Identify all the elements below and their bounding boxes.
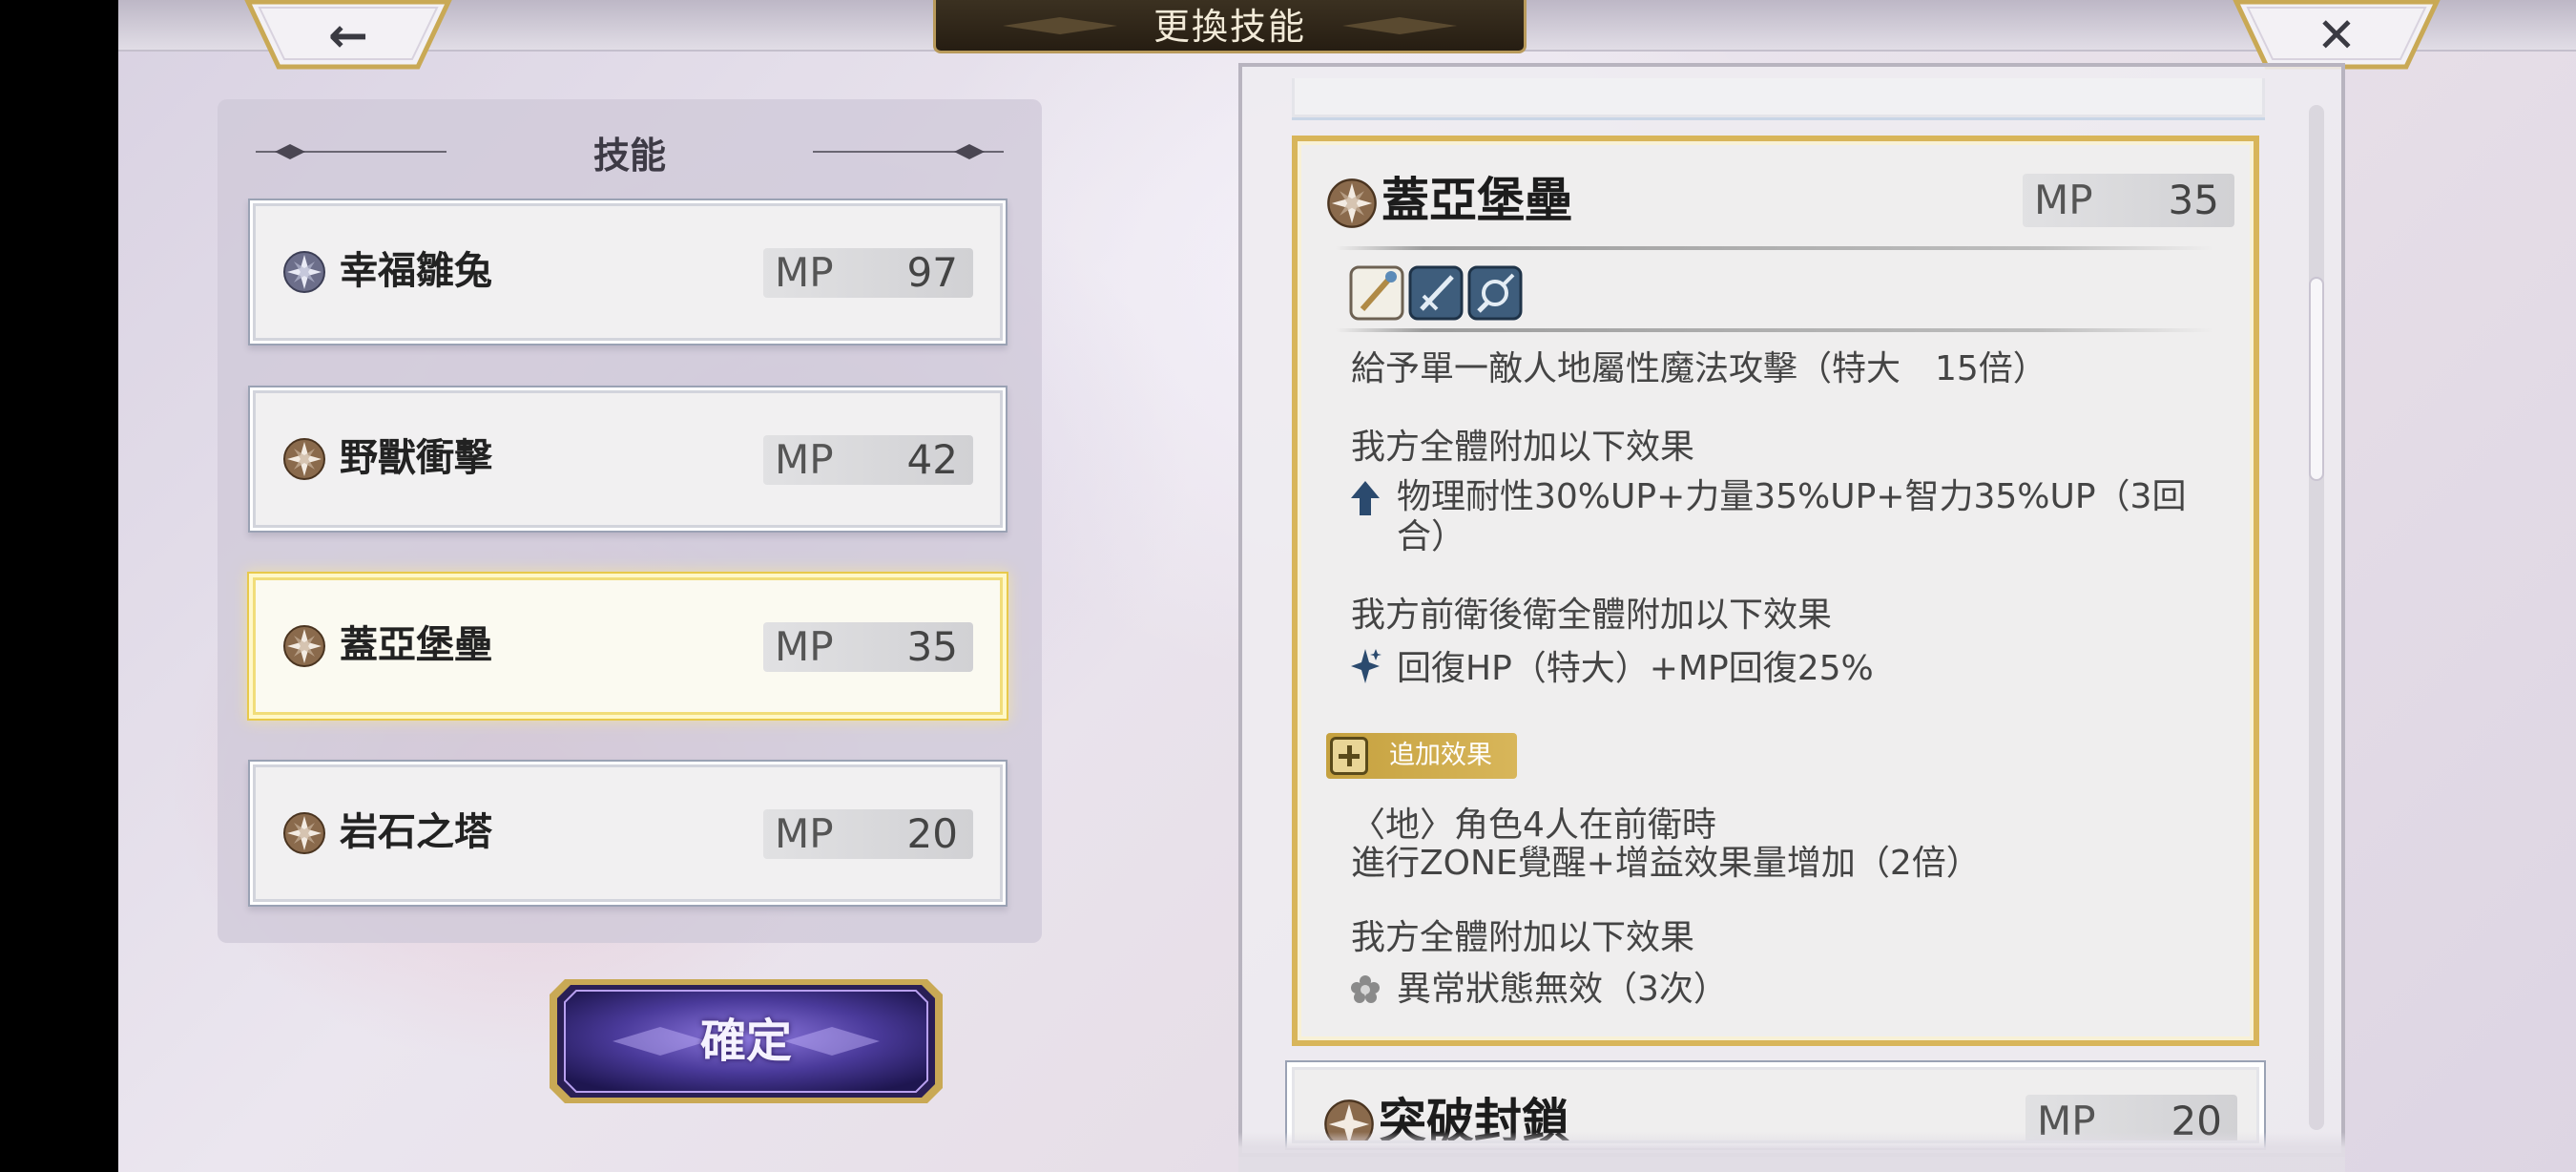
sword-icon	[1408, 265, 1464, 321]
page-title: 更換技能	[1153, 6, 1306, 48]
effect2-title: 我方前衛後衛全體附加以下效果	[1351, 596, 1833, 635]
skill-list-header: 技能	[218, 120, 1042, 181]
additional-effect-badge: 追加效果	[1326, 733, 1517, 779]
effect3-text: 異常狀態無效（3次）	[1397, 970, 1728, 1009]
effect3-title: 我方全體附加以下效果	[1351, 918, 1695, 957]
mp-cost: MP 42	[763, 435, 973, 485]
skill-card-3[interactable]: 岩石之塔 MP 20	[256, 767, 1000, 899]
skill-name: 蓋亞堡壘	[340, 622, 492, 667]
divider	[1336, 328, 2213, 332]
right-ornament-icon	[813, 144, 1004, 159]
mp-value: 20	[906, 810, 958, 857]
effect2-text: 回復HP（特大）+MP回復25%	[1397, 649, 1874, 688]
title-banner: 更換技能	[933, 0, 1527, 53]
close-button[interactable]: ✕	[2233, 0, 2441, 71]
skill-tag-icons	[1349, 265, 1523, 321]
detail-mp-cost: MP 35	[2023, 174, 2234, 227]
mp-cost: MP 97	[763, 248, 973, 298]
target-icon	[1467, 265, 1523, 321]
mp-label: MP	[775, 623, 834, 670]
previous-card-edge	[1292, 78, 2265, 117]
mp-value: 35	[2168, 177, 2219, 223]
skill-card-0[interactable]: 幸福雛兔 MP 97	[256, 206, 1000, 338]
attack-description: 給予單一敵人地屬性魔法攻擊（特大 15倍）	[1351, 349, 2047, 388]
skill-detail-card: 蓋亞堡壘 MP 35 給予單一敵人地屬性魔法攻擊（特大 15倍） 我方全體附加以…	[1292, 136, 2259, 1046]
scrollbar-thumb[interactable]	[2309, 277, 2324, 481]
earth-element-icon	[283, 438, 325, 480]
status-immunity-icon	[1351, 975, 1380, 1003]
mp-cost: MP 35	[763, 622, 973, 672]
buff-up-arrow-icon	[1351, 481, 1380, 515]
mp-label: MP	[775, 249, 834, 296]
back-arrow-icon: ←	[328, 8, 368, 63]
skill-card-2-selected[interactable]: 蓋亞堡壘 MP 35	[256, 580, 1000, 712]
earth-element-icon	[283, 812, 325, 854]
confirm-button[interactable]: 確定	[546, 975, 946, 1107]
scrollbar-track[interactable]	[2309, 105, 2324, 1130]
divider	[1336, 246, 2213, 250]
effect1-text: 物理耐性30%UP+力量35%UP+智力35%UP（3回合）	[1397, 477, 2187, 556]
mp-value: 97	[906, 249, 958, 296]
mp-cost: MP 20	[763, 809, 973, 859]
mp-label: MP	[775, 436, 834, 483]
magic-staff-icon	[1349, 265, 1404, 321]
light-element-icon	[283, 251, 325, 293]
earth-element-icon	[283, 625, 325, 667]
skill-card-1[interactable]: 野獸衝擊 MP 42	[256, 393, 1000, 525]
close-icon: ✕	[2316, 8, 2357, 63]
heal-sparkle-icon	[1351, 649, 1381, 683]
back-button[interactable]: ←	[244, 0, 452, 71]
skill-name: 幸福雛兔	[340, 248, 492, 293]
detail-skill-name: 蓋亞堡壘	[1381, 172, 1572, 228]
plus-icon	[1330, 737, 1368, 775]
mp-value: 42	[906, 436, 958, 483]
condition-line-2: 進行ZONE覺醒+增益效果量增加（2倍）	[1351, 844, 1981, 883]
confirm-label: 確定	[699, 1015, 792, 1068]
skill-name: 野獸衝擊	[340, 435, 492, 480]
skill-list-panel: 技能 幸福雛兔 MP 97 野獸衝擊 MP 42 蓋亞堡壘 MP 35 岩石之塔…	[218, 99, 1042, 943]
mp-label: MP	[2034, 177, 2093, 223]
mp-label: MP	[775, 810, 834, 857]
mp-value: 35	[906, 623, 958, 670]
skill-name: 岩石之塔	[340, 809, 492, 854]
panel-bottom-fade	[1238, 1132, 2345, 1172]
additional-effect-label: 追加效果	[1389, 741, 1492, 770]
earth-element-icon	[1327, 178, 1377, 228]
effect1-title: 我方全體附加以下效果	[1351, 428, 1695, 467]
condition-line-1: 〈地〉角色4人在前衛時	[1351, 806, 1716, 845]
